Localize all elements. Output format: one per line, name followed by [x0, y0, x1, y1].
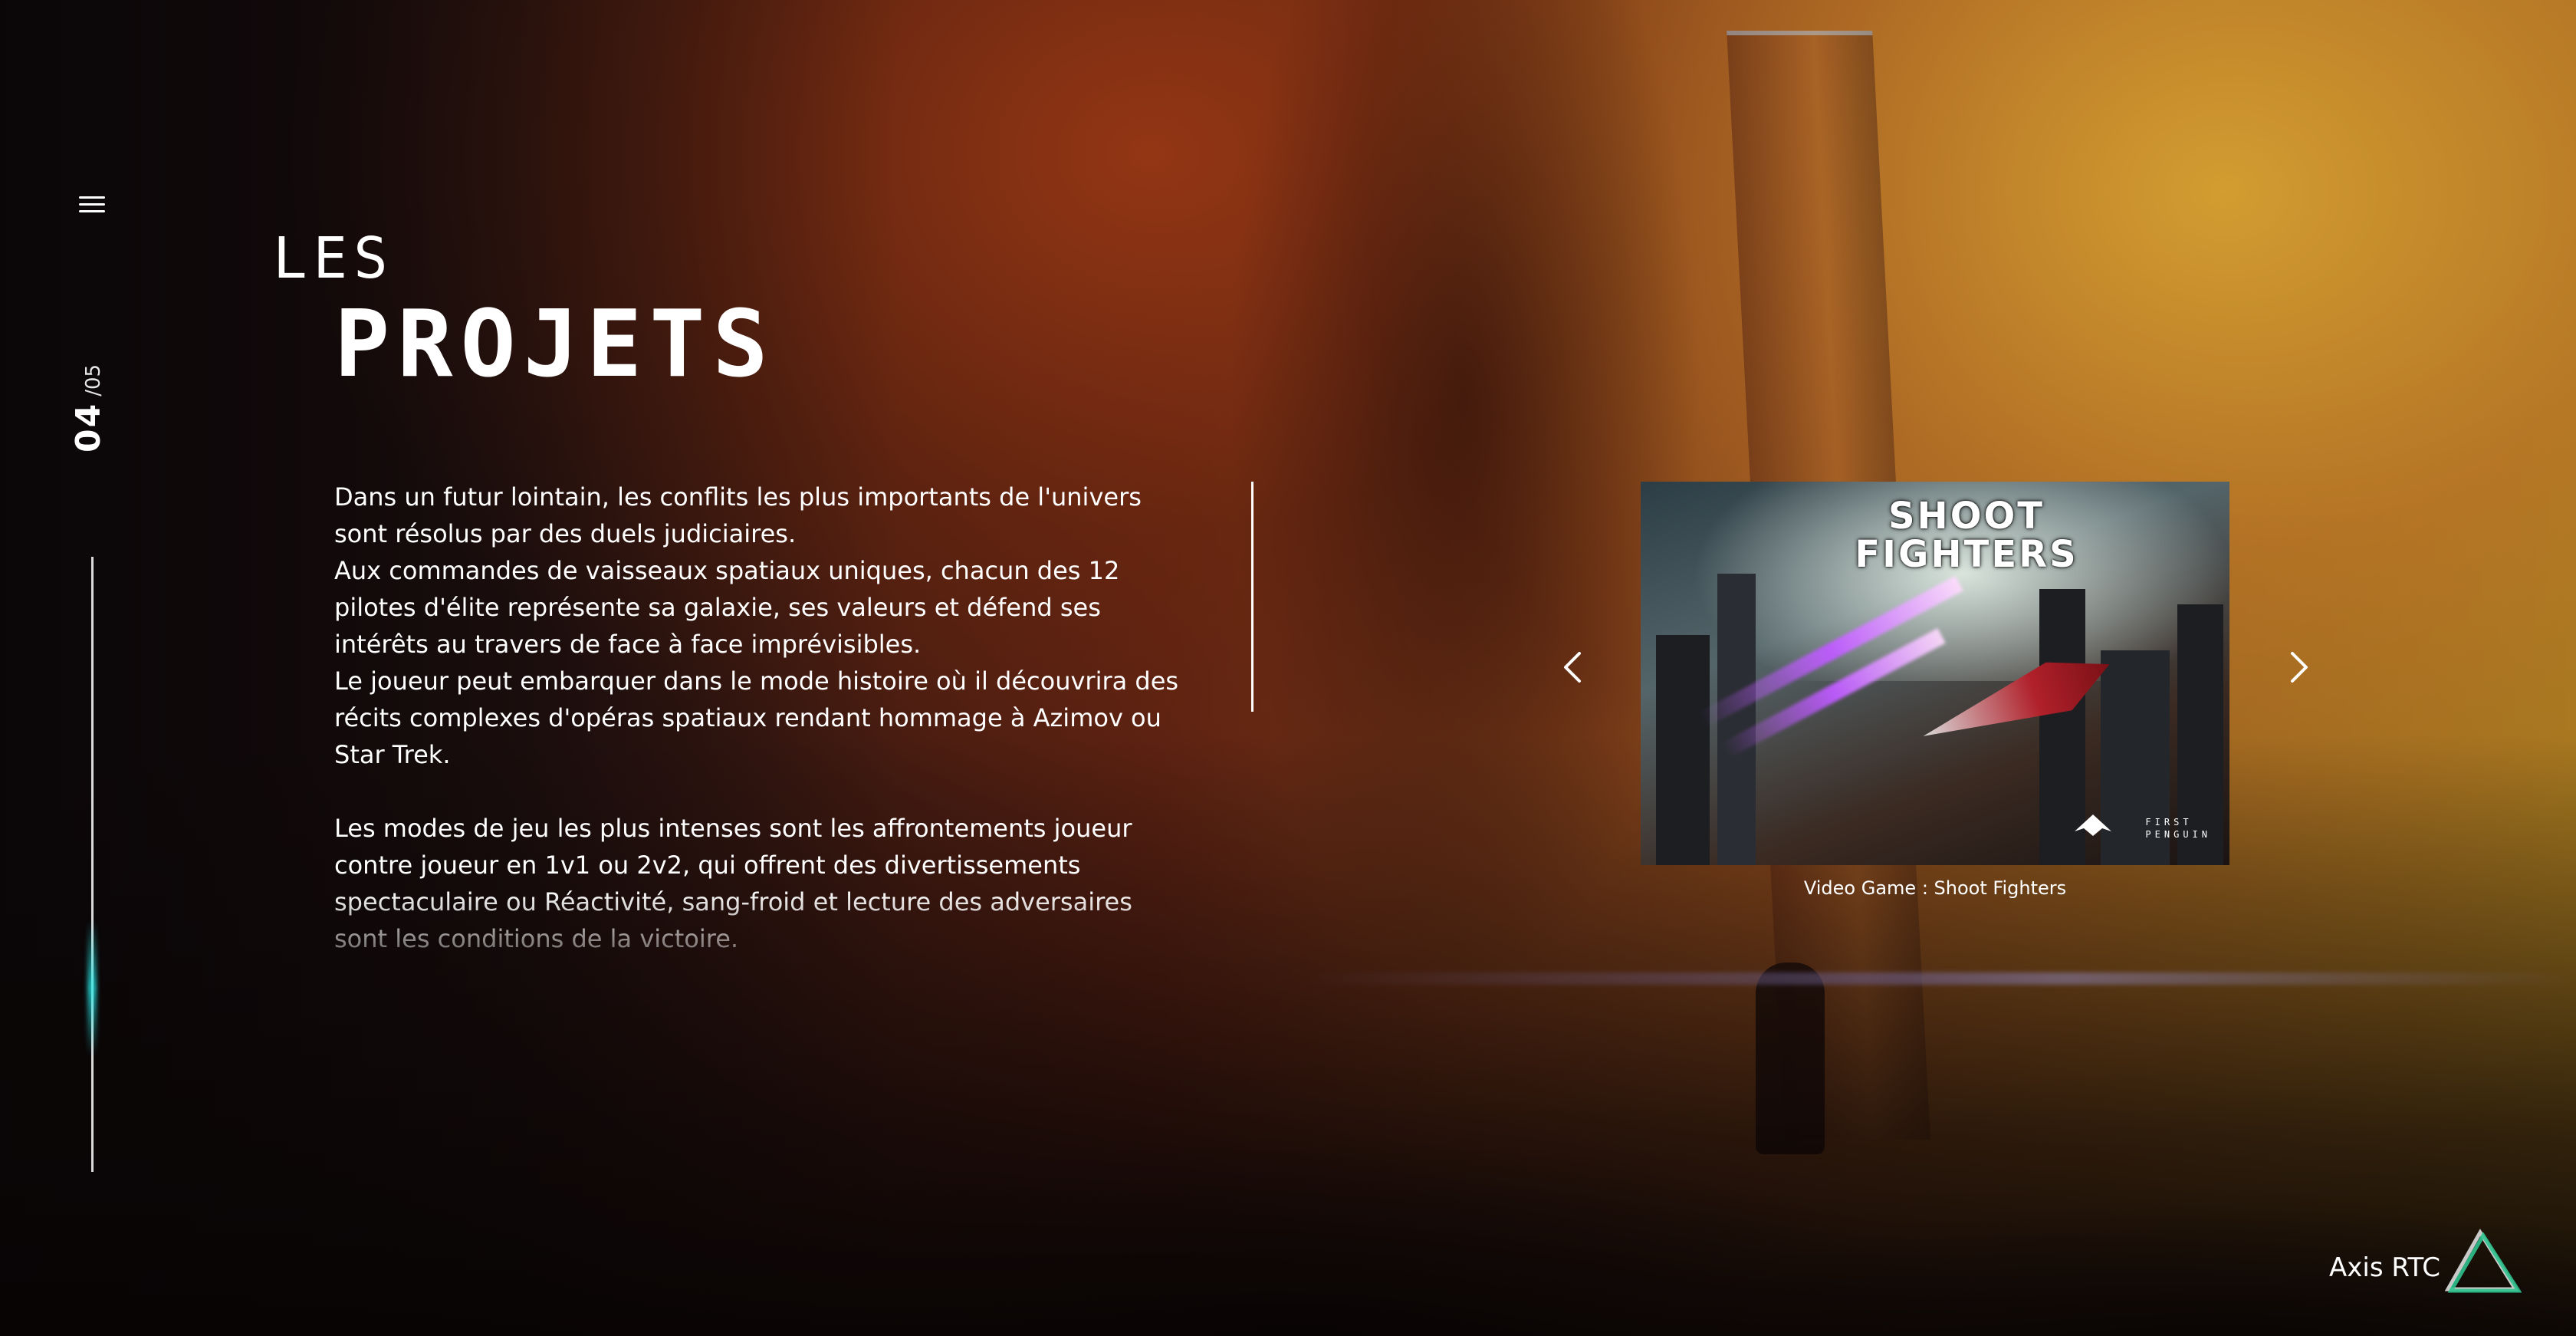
penguin-logo-icon: [2075, 814, 2111, 836]
current-page: 04: [69, 402, 108, 452]
slide-caption: Video Game : Shoot Fighters: [1803, 877, 2067, 899]
vertical-divider: [1251, 482, 1254, 712]
game-title: SHOOT FIGHTERS: [1855, 495, 2078, 576]
progress-rail: [91, 557, 94, 1172]
progress-indicator: [87, 920, 97, 1055]
triangle-logo-icon: [2445, 1229, 2522, 1293]
section-title: PROJETS: [334, 291, 776, 398]
slide-counter: 04/05: [69, 364, 108, 452]
studio-logo: FIRST PENGUIN: [2145, 817, 2211, 840]
project-slide-image[interactable]: SHOOT FIGHTERS FIRST PENGUIN: [1641, 482, 2229, 865]
chevron-right-icon[interactable]: [2277, 646, 2320, 689]
section-title-small: LES: [273, 225, 394, 291]
hamburger-menu-icon[interactable]: [79, 196, 105, 215]
description-paragraph: Aux commandes de vaisseaux spatiaux uniq…: [334, 556, 1120, 659]
total-pages: /05: [82, 364, 105, 397]
description-paragraph: Les modes de jeu les plus intenses sont …: [334, 814, 1132, 953]
brand-name: Axis RTC: [2329, 1252, 2441, 1283]
description-paragraph: Dans un futur lointain, les conflits les…: [334, 482, 1142, 548]
project-description: Dans un futur lointain, les conflits les…: [334, 479, 1193, 957]
description-paragraph: Le joueur peut embarquer dans le mode hi…: [334, 666, 1179, 769]
chevron-left-icon[interactable]: [1552, 646, 1595, 689]
brand-logo[interactable]: Axis RTC: [2329, 1229, 2522, 1293]
